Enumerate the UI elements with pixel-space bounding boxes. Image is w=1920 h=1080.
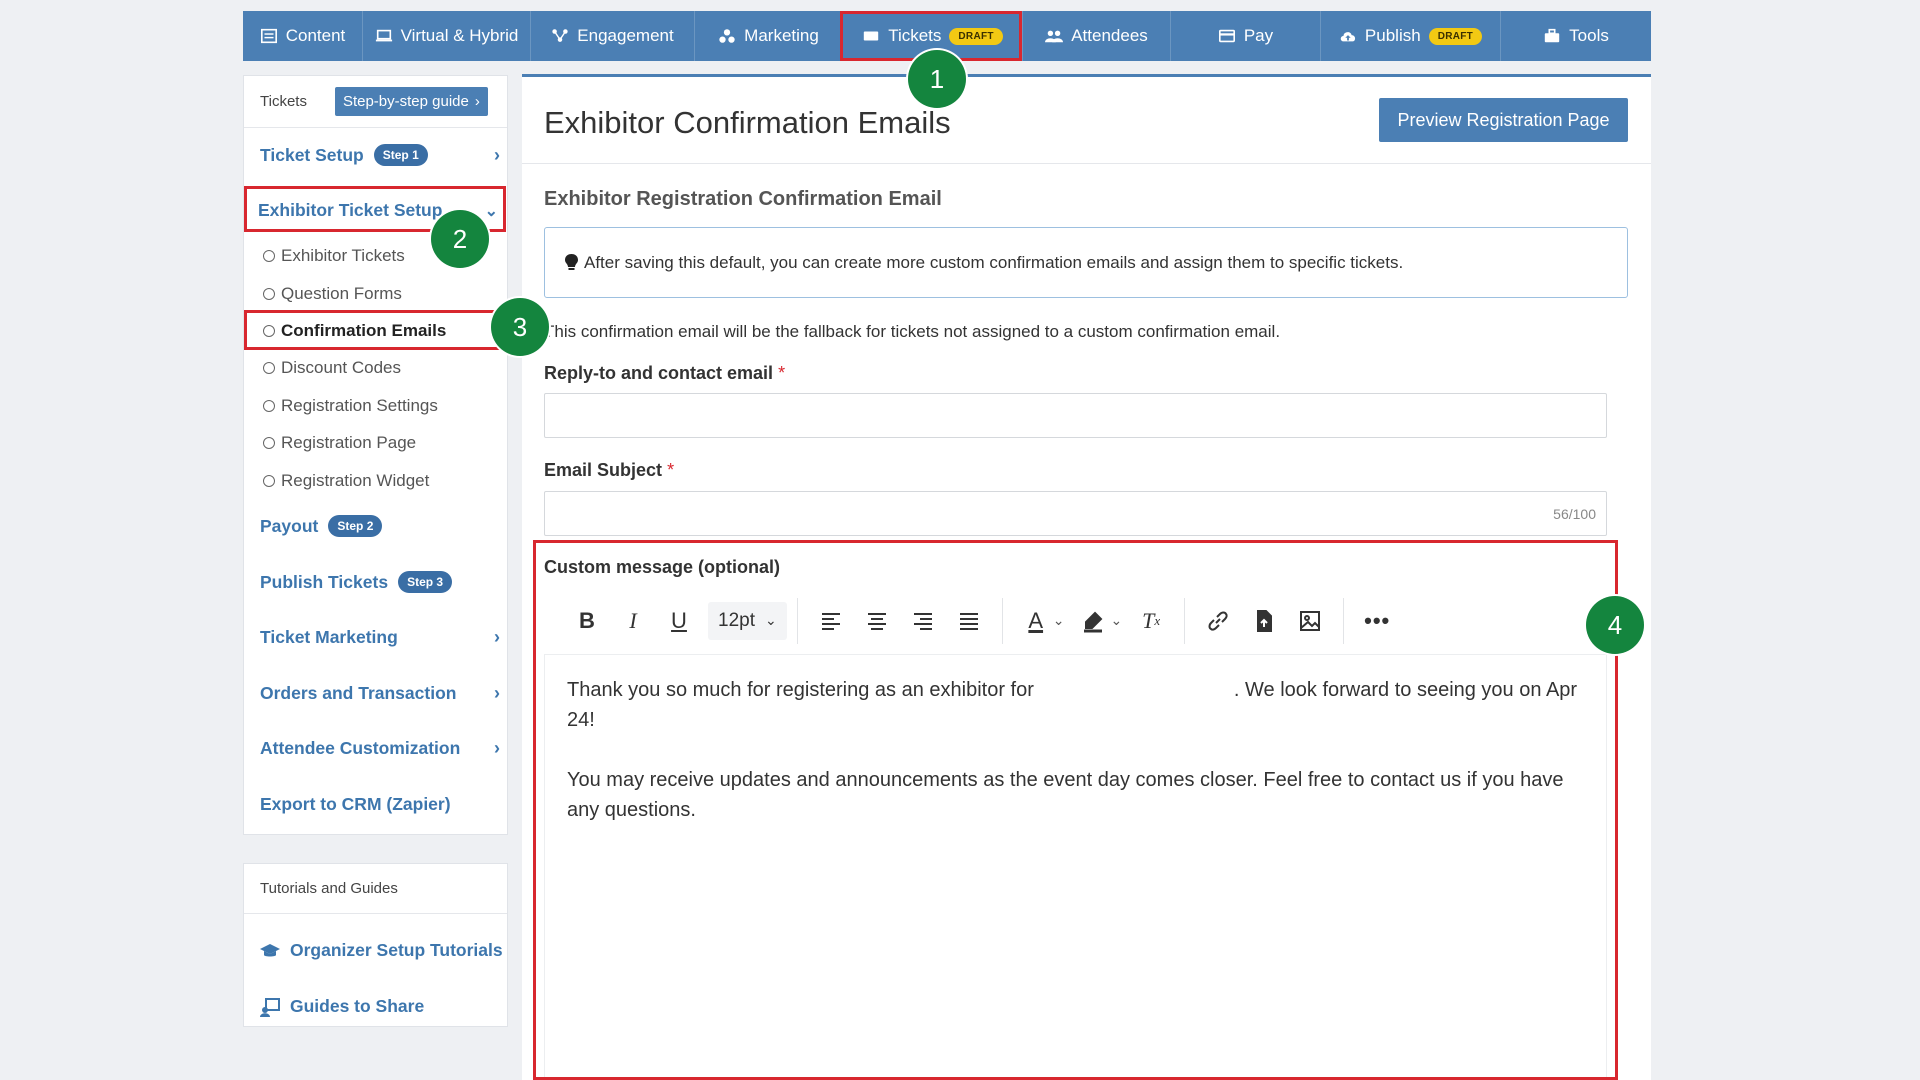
tab-tools[interactable]: Tools <box>1501 11 1651 61</box>
chevron-right-icon: › <box>494 738 500 758</box>
organizer-setup-tutorials-link[interactable]: Organizer Setup Tutorials <box>260 940 503 961</box>
tab-attendees[interactable]: Attendees <box>1023 11 1171 61</box>
chevron-right-icon: › <box>474 93 480 110</box>
fallback-text: This confirmation email will be the fall… <box>544 322 1281 341</box>
main-header: Exhibitor Confirmation Emails Preview Re… <box>522 77 1651 164</box>
circle-icon <box>263 400 275 412</box>
users-icon <box>1045 30 1064 43</box>
highlight-box-custom-message <box>533 540 1618 1080</box>
preview-registration-page-button[interactable]: Preview Registration Page <box>1379 98 1628 142</box>
sidebar-item-publish-tickets[interactable]: Publish Tickets Step 3 <box>260 571 500 593</box>
sidebar-sub-question-forms[interactable]: Question Forms <box>263 284 402 304</box>
tab-publish[interactable]: Publish DRAFT <box>1321 11 1501 61</box>
step-badge: Step 1 <box>373 144 428 166</box>
sidebar-item-payout[interactable]: Payout Step 2 <box>260 515 500 537</box>
sidebar-sub-registration-page[interactable]: Registration Page <box>263 433 416 453</box>
sidebar-sub-discount-codes[interactable]: Discount Codes <box>263 358 401 378</box>
toolbox-icon <box>1544 28 1560 43</box>
sidebar-item-ticket-setup[interactable]: Ticket Setup Step 1 › <box>260 144 500 166</box>
tab-content[interactable]: Content <box>243 11 363 61</box>
tab-engagement[interactable]: Engagement <box>531 11 695 61</box>
monitor-icon <box>375 29 392 42</box>
circle-icon <box>263 288 275 300</box>
tutorials-header: Tutorials and Guides <box>244 864 507 914</box>
card-icon <box>1218 29 1235 43</box>
email-subject-label: Email Subject * <box>544 460 675 480</box>
step-badge: Step 2 <box>328 515 383 537</box>
sidebar-item-export-crm[interactable]: Export to CRM (Zapier) <box>260 794 500 815</box>
highlight-box-confirmation-emails <box>244 310 506 350</box>
tab-marketing[interactable]: Marketing <box>695 11 843 61</box>
tab-pay[interactable]: Pay <box>1171 11 1321 61</box>
email-subject-input[interactable]: 56/100 <box>544 491 1607 536</box>
sidebar-item-orders-transaction[interactable]: Orders and Transaction › <box>260 683 500 704</box>
circle-icon <box>263 437 275 449</box>
step-badge: Step 3 <box>398 571 453 593</box>
reply-to-email-input[interactable] <box>544 393 1607 438</box>
sidebar-sub-registration-settings[interactable]: Registration Settings <box>263 396 438 416</box>
tab-virtual-hybrid[interactable]: Virtual & Hybrid <box>363 11 531 61</box>
required-asterisk: * <box>778 363 786 383</box>
circle-icon <box>263 475 275 487</box>
guides-to-share-link[interactable]: Guides to Share <box>260 996 424 1017</box>
annotation-marker-2: 2 <box>431 210 489 268</box>
page-title: Exhibitor Confirmation Emails <box>544 105 951 140</box>
step-by-step-guide-button[interactable]: Step-by-step guide › <box>334 87 488 116</box>
cloud-upload-icon <box>1340 32 1356 42</box>
circle-icon <box>263 362 275 374</box>
sidebar-sub-exhibitor-tickets[interactable]: Exhibitor Tickets <box>263 246 405 266</box>
marketing-icon <box>719 29 735 43</box>
sidebar-item-ticket-marketing[interactable]: Ticket Marketing › <box>260 627 500 648</box>
section-title: Exhibitor Registration Confirmation Emai… <box>544 188 942 210</box>
required-asterisk: * <box>667 460 675 480</box>
sidebar-sub-registration-widget[interactable]: Registration Widget <box>263 471 429 491</box>
share-guide-icon <box>260 997 280 1017</box>
sidebar-item-attendee-customization[interactable]: Attendee Customization › <box>260 738 500 759</box>
character-counter: 56/100 <box>1553 506 1596 522</box>
graduation-cap-icon <box>260 943 280 956</box>
engagement-icon <box>552 29 568 42</box>
info-box: After saving this default, you can creat… <box>544 227 1628 298</box>
circle-icon <box>263 250 275 262</box>
tutorials-panel: Tutorials and Guides Organizer Setup Tut… <box>243 863 508 1027</box>
lightbulb-icon <box>565 253 578 270</box>
annotation-marker-1: 1 <box>908 50 966 108</box>
chevron-right-icon: › <box>494 683 500 703</box>
annotation-marker-3: 3 <box>491 298 549 356</box>
content-icon <box>260 28 277 44</box>
draft-badge: DRAFT <box>1428 27 1483 45</box>
chevron-right-icon: › <box>494 144 500 165</box>
sidebar-header: Tickets Step-by-step guide › <box>244 76 507 128</box>
chevron-right-icon: › <box>494 627 500 647</box>
reply-to-label: Reply-to and contact email * <box>544 363 786 383</box>
annotation-marker-4: 4 <box>1586 596 1644 654</box>
